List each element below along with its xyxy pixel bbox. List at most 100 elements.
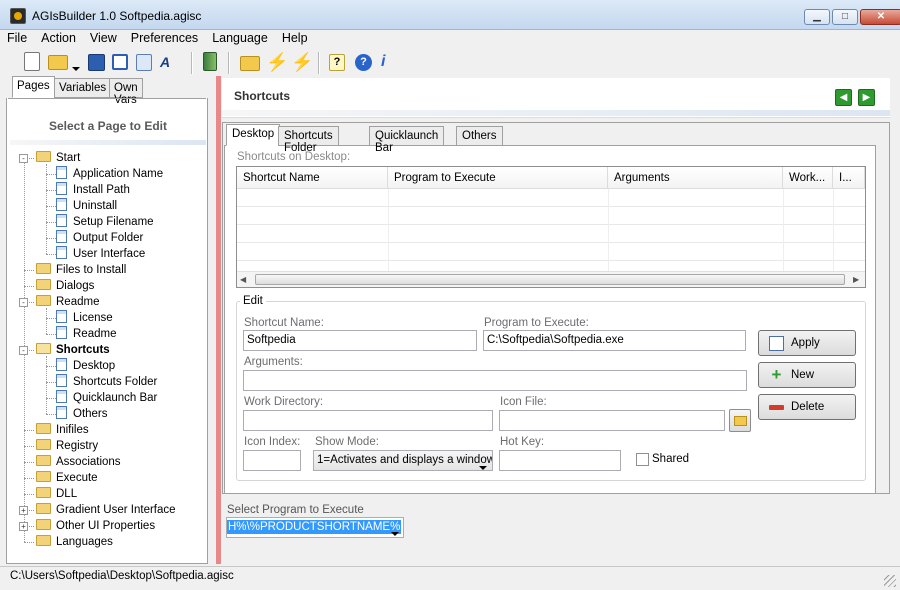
maximize-button[interactable]: □: [832, 9, 858, 25]
column-header[interactable]: Work...: [783, 167, 833, 189]
shared-checkbox[interactable]: [636, 453, 649, 466]
open-icon[interactable]: [48, 55, 68, 70]
delete-label: Delete: [791, 401, 825, 413]
tree-item[interactable]: Shortcuts Folder: [56, 374, 157, 390]
compile-run-icon[interactable]: ⚡: [291, 52, 313, 72]
tree-item[interactable]: Readme: [36, 294, 99, 310]
status-bar: C:\Users\Softpedia\Desktop\Softpedia.agi…: [0, 566, 900, 590]
expand-icon[interactable]: +: [19, 522, 28, 531]
shortcut-name-field[interactable]: Softpedia: [243, 330, 477, 351]
app-icon: [10, 8, 26, 24]
new-icon[interactable]: [24, 52, 40, 71]
save-icon[interactable]: [88, 54, 105, 71]
save-as-icon[interactable]: [112, 54, 128, 70]
tab-pages[interactable]: Pages: [12, 76, 55, 98]
tab-own-vars[interactable]: Own Vars: [109, 78, 143, 106]
tree-item[interactable]: Dialogs: [36, 278, 94, 294]
column-header[interactable]: Arguments: [608, 167, 783, 189]
tree-item[interactable]: Inifiles: [36, 422, 89, 438]
column-header[interactable]: Program to Execute: [388, 167, 608, 189]
about-icon[interactable]: ?: [355, 54, 372, 71]
grid-horizontal-scrollbar[interactable]: ◀ ▶: [237, 271, 865, 287]
column-header[interactable]: Shortcut Name: [237, 167, 388, 189]
help-icon[interactable]: ?: [329, 54, 345, 71]
showmode-select[interactable]: 1=Activates and displays a window: [313, 450, 493, 471]
table-row[interactable]: [237, 208, 865, 225]
tree-item[interactable]: Associations: [36, 454, 121, 470]
compile-icon[interactable]: ⚡: [266, 52, 288, 72]
iconfile-field[interactable]: [499, 410, 725, 431]
apply-button[interactable]: Apply: [758, 330, 856, 356]
resize-grip-icon[interactable]: [884, 575, 896, 587]
font-icon[interactable]: A: [160, 54, 180, 74]
open-folder-icon[interactable]: [240, 56, 260, 71]
tab-others[interactable]: Others: [456, 126, 503, 146]
tree-item[interactable]: Start: [36, 150, 80, 166]
menu-help[interactable]: Help: [275, 30, 315, 46]
plus-icon: +: [771, 365, 782, 384]
back-button[interactable]: ◀: [835, 89, 852, 106]
collapse-icon[interactable]: -: [19, 298, 28, 307]
tab-quicklaunch-bar[interactable]: Quicklaunch Bar: [369, 126, 445, 154]
scroll-thumb[interactable]: [255, 274, 845, 285]
expand-icon[interactable]: +: [19, 506, 28, 515]
menu-file[interactable]: File: [0, 30, 34, 46]
tree-item-label: Associations: [56, 456, 121, 468]
build-icon[interactable]: [203, 52, 217, 71]
info-icon[interactable]: i: [381, 52, 401, 72]
menu-view[interactable]: View: [83, 30, 124, 46]
scroll-right-icon[interactable]: ▶: [853, 275, 859, 284]
iconindex-field[interactable]: [243, 450, 301, 471]
tree-item[interactable]: Gradient User Interface: [36, 502, 176, 518]
chevron-down-icon[interactable]: [479, 459, 487, 473]
arguments-field[interactable]: [243, 370, 747, 391]
menu-action[interactable]: Action: [34, 30, 83, 46]
browse-icon-button[interactable]: [729, 409, 751, 432]
collapse-icon[interactable]: -: [19, 346, 28, 355]
shortcuts-grid[interactable]: Shortcut Name Program to Execute Argumen…: [236, 166, 866, 288]
delete-button[interactable]: Delete: [758, 394, 856, 420]
tree-item[interactable]: Other UI Properties: [36, 518, 155, 534]
tree-item[interactable]: Execute: [36, 470, 98, 486]
tab-variables[interactable]: Variables: [54, 78, 112, 98]
select-program-combo[interactable]: H%\%PRODUCTSHORTNAME%: [226, 517, 404, 538]
preview-icon[interactable]: [136, 54, 152, 71]
tab-desktop[interactable]: Desktop: [226, 124, 281, 146]
tree-item[interactable]: DLL: [36, 486, 77, 502]
tree-item[interactable]: Quicklaunch Bar: [56, 390, 157, 406]
tree-item[interactable]: Readme: [56, 326, 116, 342]
tree-item[interactable]: Output Folder: [56, 230, 143, 246]
tree-item[interactable]: Shortcuts: [36, 342, 110, 358]
hotkey-field[interactable]: [499, 450, 621, 471]
chevron-down-icon[interactable]: [391, 525, 399, 539]
forward-button[interactable]: ▶: [858, 89, 875, 106]
new-label: New: [791, 369, 815, 381]
minimize-button[interactable]: ▁: [804, 9, 830, 25]
workdir-field[interactable]: [243, 410, 493, 431]
tree-item[interactable]: Desktop: [56, 358, 115, 374]
tree-item[interactable]: Install Path: [56, 182, 130, 198]
tree-item[interactable]: License: [56, 310, 113, 326]
table-row[interactable]: [237, 190, 865, 207]
table-row[interactable]: [237, 244, 865, 261]
collapse-icon[interactable]: -: [19, 154, 28, 163]
menu-language[interactable]: Language: [205, 30, 275, 46]
tree-item[interactable]: Languages: [36, 534, 113, 550]
tree-item[interactable]: Registry: [36, 438, 98, 454]
tree-item[interactable]: Others: [56, 406, 108, 422]
tab-shortcuts-folder[interactable]: Shortcuts Folder: [278, 126, 339, 154]
folder-icon: [36, 503, 51, 515]
tree-item[interactable]: Application Name: [56, 166, 163, 182]
program-field[interactable]: C:\Softpedia\Softpedia.exe: [483, 330, 746, 351]
menu-preferences[interactable]: Preferences: [124, 30, 205, 46]
tree-item[interactable]: Files to Install: [36, 262, 126, 278]
scroll-left-icon[interactable]: ◀: [240, 275, 246, 284]
tree-item[interactable]: Uninstall: [56, 198, 117, 214]
close-button[interactable]: ✕: [860, 9, 900, 25]
table-row[interactable]: [237, 226, 865, 243]
tree-item[interactable]: User Interface: [56, 246, 145, 262]
column-header[interactable]: I...: [833, 167, 865, 189]
tree-item[interactable]: Setup Filename: [56, 214, 154, 230]
open-dropdown-icon[interactable]: [72, 60, 80, 74]
new-button[interactable]: + New: [758, 362, 856, 388]
